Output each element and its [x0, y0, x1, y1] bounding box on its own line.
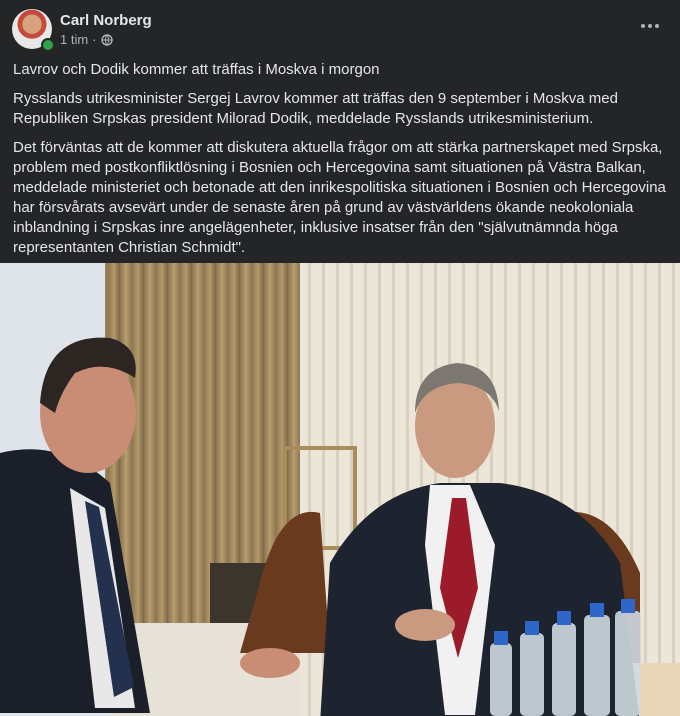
- post-paragraph: Rysslands utrikesminister Sergej Lavrov …: [13, 90, 618, 127]
- post-header: Carl Norberg 1 tim ·: [0, 0, 680, 56]
- post-meta: 1 tim ·: [60, 32, 113, 47]
- post-paragraph: Det förväntas att de kommer att diskuter…: [13, 139, 666, 256]
- meeting-photo-illustration: [0, 263, 680, 716]
- author-name[interactable]: Carl Norberg: [60, 12, 152, 29]
- post-timestamp[interactable]: 1 tim: [60, 32, 88, 47]
- facebook-post: Carl Norberg 1 tim · Lavrov och Dodik ko…: [0, 0, 680, 716]
- post-photo[interactable]: [0, 263, 680, 716]
- more-options-button[interactable]: [632, 10, 668, 42]
- meta-separator: ·: [92, 32, 97, 47]
- post-text: Lavrov och Dodik kommer att träffas i Mo…: [0, 56, 680, 258]
- more-horizontal-icon: [641, 24, 659, 28]
- globe-icon[interactable]: [100, 33, 113, 46]
- online-status-indicator: [41, 38, 55, 52]
- post-headline: Lavrov och Dodik kommer att träffas i Mo…: [13, 61, 380, 78]
